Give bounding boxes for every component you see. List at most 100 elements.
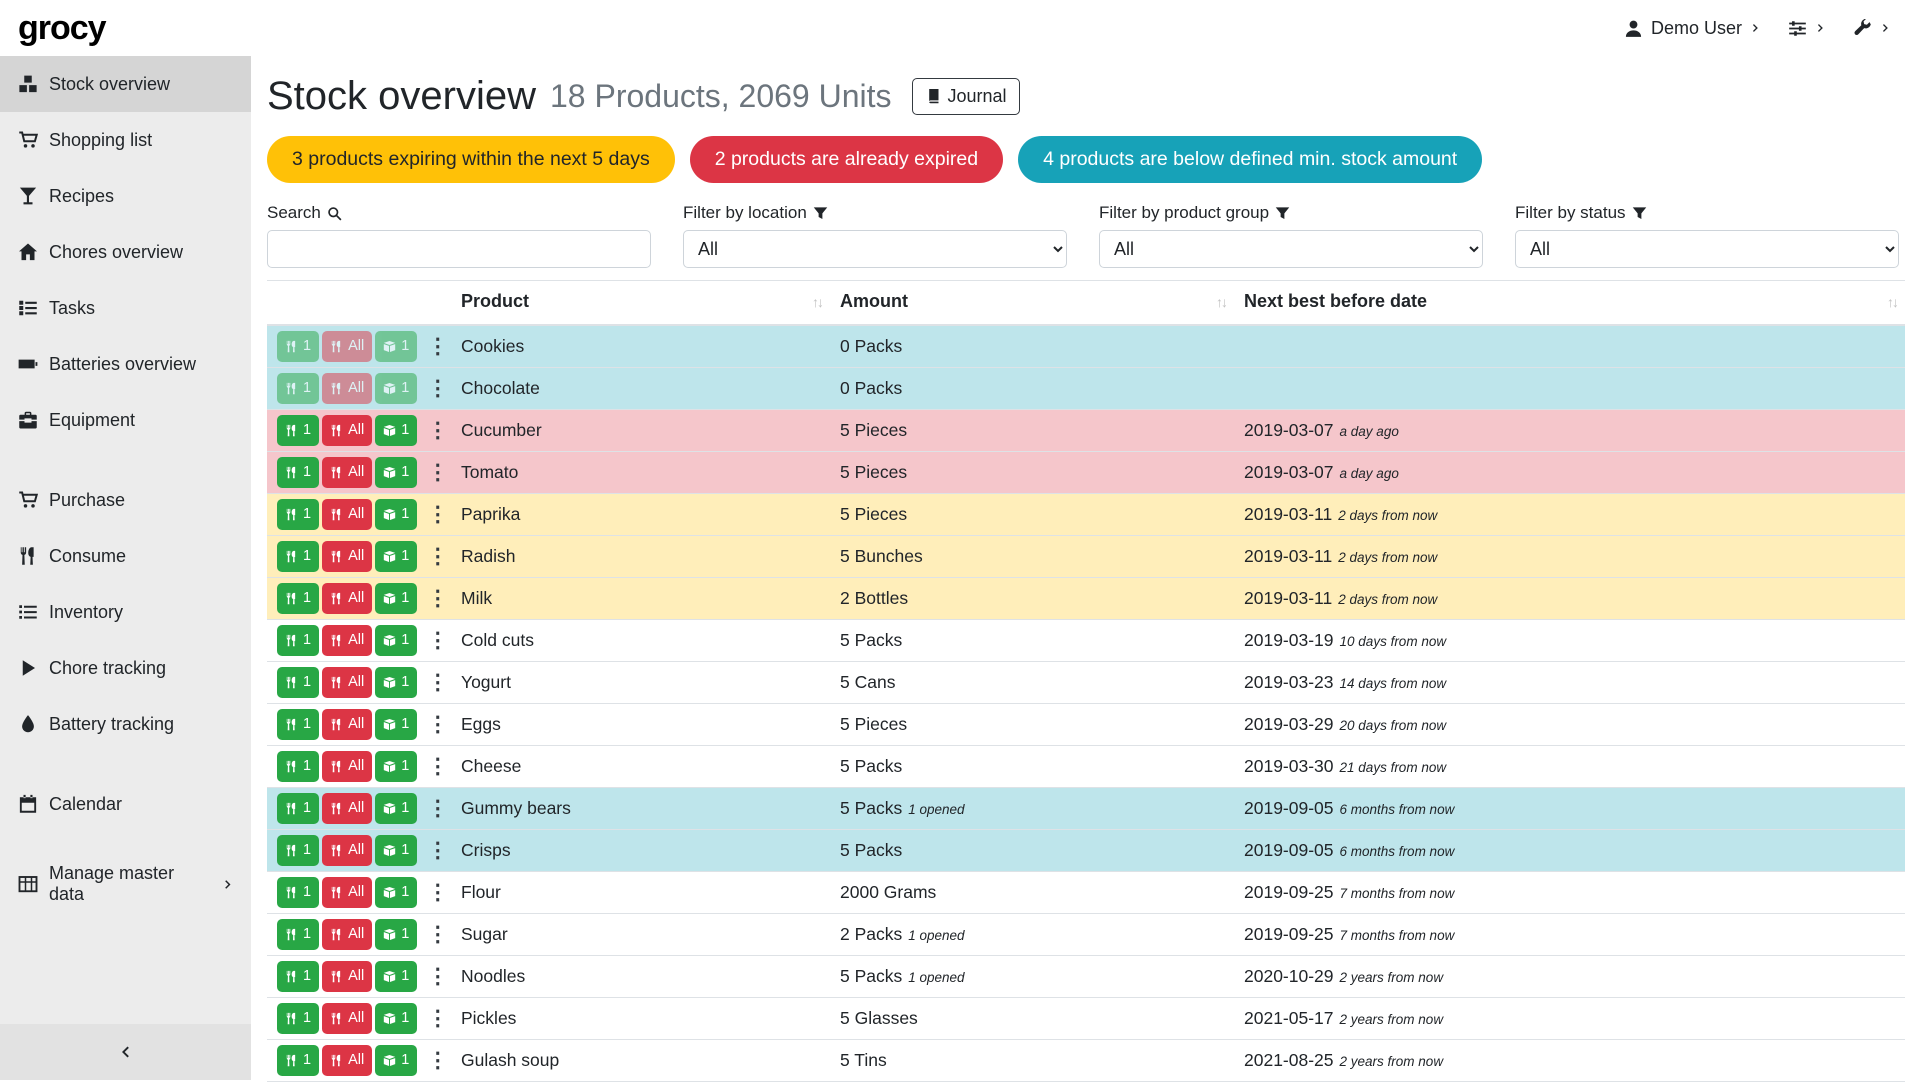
consume-all-button[interactable]: All [322, 709, 372, 740]
location-filter-select[interactable]: All [683, 230, 1067, 268]
sidebar-item-recipes[interactable]: Recipes [0, 168, 251, 224]
sidebar-item-manage-master-data[interactable]: Manage master data [0, 856, 251, 912]
sidebar-item-purchase[interactable]: Purchase [0, 472, 251, 528]
open-one-button[interactable]: 1 [375, 751, 417, 782]
row-menu-button[interactable]: ⋮ [420, 1008, 451, 1029]
consume-one-button[interactable]: 1 [277, 793, 319, 824]
consume-one-button[interactable]: 1 [277, 877, 319, 908]
row-menu-button[interactable]: ⋮ [420, 798, 451, 819]
alert-danger-button[interactable]: 2 products are already expired [690, 136, 1003, 183]
consume-one-button[interactable]: 1 [277, 1045, 319, 1076]
sidebar-item-tasks[interactable]: Tasks [0, 280, 251, 336]
row-menu-button[interactable]: ⋮ [420, 378, 451, 399]
open-one-button[interactable]: 1 [375, 541, 417, 572]
sidebar-collapse-button[interactable] [0, 1024, 251, 1080]
consume-all-button[interactable]: All [322, 1045, 372, 1076]
consume-all-button[interactable]: All [322, 583, 372, 614]
consume-one-button[interactable]: 1 [277, 415, 319, 446]
consume-one-button[interactable]: 1 [277, 583, 319, 614]
open-one-button[interactable]: 1 [375, 457, 417, 488]
consume-one-button[interactable]: 1 [277, 961, 319, 992]
sidebar-item-battery-tracking[interactable]: Battery tracking [0, 696, 251, 752]
consume-one-button[interactable]: 1 [277, 625, 319, 656]
row-menu-button[interactable]: ⋮ [420, 756, 451, 777]
column-header-next-best-before-date[interactable]: Next best before date ↑↓ [1234, 281, 1905, 326]
sidebar-item-calendar[interactable]: Calendar [0, 776, 251, 832]
consume-one-button[interactable]: 1 [277, 751, 319, 782]
row-menu-button[interactable]: ⋮ [420, 546, 451, 567]
open-one-button[interactable]: 1 [375, 793, 417, 824]
sidebar-item-consume[interactable]: Consume [0, 528, 251, 584]
consume-all-button[interactable]: All [322, 835, 372, 866]
row-menu-button[interactable]: ⋮ [420, 462, 451, 483]
status-filter-select[interactable]: All [1515, 230, 1899, 268]
open-one-button[interactable]: 1 [375, 667, 417, 698]
open-one-button[interactable]: 1 [375, 1045, 417, 1076]
row-menu-button[interactable]: ⋮ [420, 672, 451, 693]
open-one-button[interactable]: 1 [375, 919, 417, 950]
consume-all-button[interactable]: All [322, 751, 372, 782]
alert-warning-button[interactable]: 3 products expiring within the next 5 da… [267, 136, 675, 183]
sidebar-item-inventory[interactable]: Inventory [0, 584, 251, 640]
row-menu-button[interactable]: ⋮ [420, 504, 451, 525]
search-input[interactable] [267, 230, 651, 268]
row-menu-button[interactable]: ⋮ [420, 840, 451, 861]
row-menu-button[interactable]: ⋮ [420, 630, 451, 651]
sidebar-item-chore-tracking[interactable]: Chore tracking [0, 640, 251, 696]
row-menu-button[interactable]: ⋮ [420, 420, 451, 441]
row-menu-button[interactable]: ⋮ [420, 882, 451, 903]
journal-button[interactable]: Journal [912, 78, 1020, 115]
row-menu-button[interactable]: ⋮ [420, 714, 451, 735]
product-group-filter-select[interactable]: All [1099, 230, 1483, 268]
row-menu-button[interactable]: ⋮ [420, 588, 451, 609]
consume-one-button[interactable]: 1 [277, 835, 319, 866]
open-one-button[interactable]: 1 [375, 583, 417, 614]
consume-all-button[interactable]: All [322, 961, 372, 992]
consume-one-button[interactable]: 1 [277, 499, 319, 530]
sidebar-item-shopping-list[interactable]: Shopping list [0, 112, 251, 168]
open-one-button[interactable]: 1 [375, 709, 417, 740]
consume-one-button[interactable]: 1 [277, 1003, 319, 1034]
row-menu-button[interactable]: ⋮ [420, 924, 451, 945]
consume-all-button[interactable]: All [322, 877, 372, 908]
open-one-button[interactable]: 1 [375, 877, 417, 908]
consume-one-button[interactable]: 1 [277, 667, 319, 698]
column-header-product[interactable]: Product ↑↓ [451, 281, 830, 326]
consume-all-button[interactable]: All [322, 667, 372, 698]
consume-all-button[interactable]: All [322, 457, 372, 488]
admin-menu[interactable] [1853, 19, 1890, 38]
settings-menu[interactable] [1788, 19, 1825, 38]
open-one-button[interactable]: 1 [375, 415, 417, 446]
open-one-button[interactable]: 1 [375, 835, 417, 866]
consume-all-button[interactable]: All [322, 373, 372, 404]
consume-one-button[interactable]: 1 [277, 331, 319, 362]
sidebar-item-stock-overview[interactable]: Stock overview [0, 56, 251, 112]
consume-all-button[interactable]: All [322, 541, 372, 572]
sidebar-item-chores-overview[interactable]: Chores overview [0, 224, 251, 280]
consume-all-button[interactable]: All [322, 793, 372, 824]
consume-all-button[interactable]: All [322, 331, 372, 362]
open-one-button[interactable]: 1 [375, 373, 417, 404]
consume-all-button[interactable]: All [322, 1003, 372, 1034]
consume-one-button[interactable]: 1 [277, 373, 319, 404]
consume-one-button[interactable]: 1 [277, 709, 319, 740]
consume-one-button[interactable]: 1 [277, 541, 319, 572]
open-one-button[interactable]: 1 [375, 331, 417, 362]
sidebar-item-batteries-overview[interactable]: Batteries overview [0, 336, 251, 392]
row-menu-button[interactable]: ⋮ [420, 336, 451, 357]
consume-one-button[interactable]: 1 [277, 457, 319, 488]
consume-all-button[interactable]: All [322, 625, 372, 656]
consume-all-button[interactable]: All [322, 415, 372, 446]
row-menu-button[interactable]: ⋮ [420, 966, 451, 987]
column-header-amount[interactable]: Amount ↑↓ [830, 281, 1234, 326]
app-logo[interactable]: grocy [18, 11, 106, 45]
row-menu-button[interactable]: ⋮ [420, 1050, 451, 1071]
consume-all-button[interactable]: All [322, 919, 372, 950]
open-one-button[interactable]: 1 [375, 625, 417, 656]
open-one-button[interactable]: 1 [375, 961, 417, 992]
sidebar-item-equipment[interactable]: Equipment [0, 392, 251, 448]
user-menu[interactable]: Demo User [1624, 18, 1760, 39]
open-one-button[interactable]: 1 [375, 1003, 417, 1034]
alert-info-button[interactable]: 4 products are below defined min. stock … [1018, 136, 1482, 183]
open-one-button[interactable]: 1 [375, 499, 417, 530]
